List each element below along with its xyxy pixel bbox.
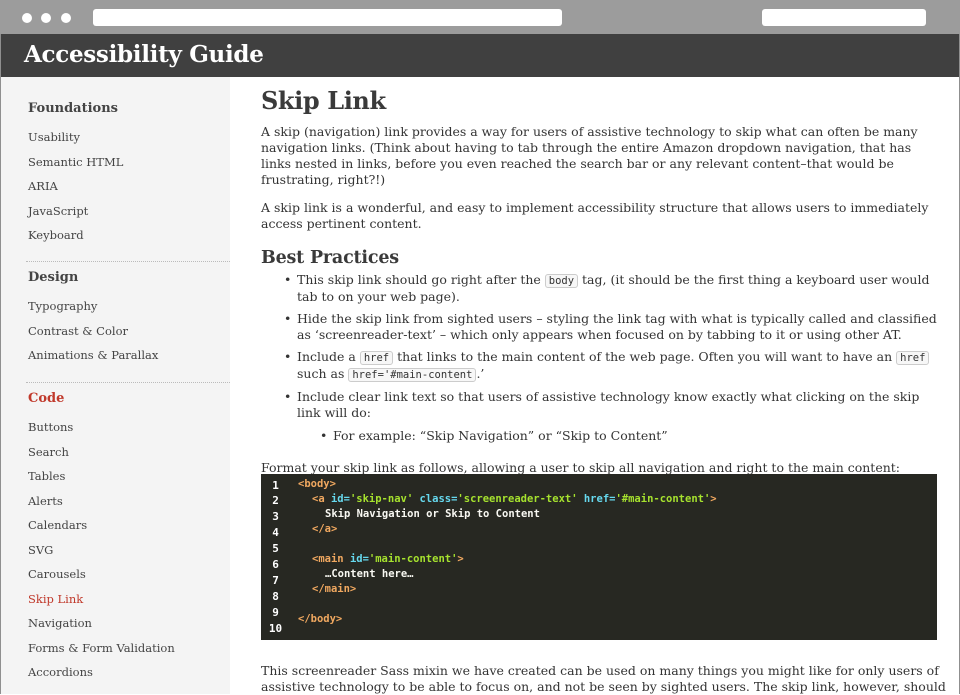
line-number: 5 [272,542,279,555]
list-text: Include a [297,349,360,364]
list-text: that links to the main content of the we… [393,349,897,364]
list-text: such as [297,366,349,381]
code-line: </body> [298,613,342,625]
intro-paragraph-2: A skip link is a wonderful, and easy to … [261,200,929,231]
code-token: </main> [312,583,357,595]
sidebar-item-keyboard[interactable]: Keyboard [28,227,123,252]
sidebar-item-accordions[interactable]: Accordions [28,664,175,689]
code-token: <a [312,493,331,505]
sidebar-item-svg[interactable]: SVG [28,542,175,567]
sidebar-item-calendars[interactable]: Calendars [28,517,175,542]
inline-code: href [359,351,394,365]
main-content: Skip Link A skip (navigation) link provi… [261,86,941,476]
sidebar-section-code: Code Buttons Search Tables Alerts Calend… [28,391,175,689]
list-item: Include a href that links to the main co… [261,349,941,383]
code-line: Skip Navigation or Skip to Content [325,508,540,520]
code-line: <a id='skip-nav' class='screenreader-tex… [312,493,717,505]
bottom-paragraph-line: This screenreader Sass mixin we have cre… [261,663,939,678]
code-token: > [457,553,464,565]
sidebar-item-buttons[interactable]: Buttons [28,419,175,444]
sidebar-item-usability[interactable]: Usability [28,129,123,154]
code-token: id= [349,553,369,565]
list-item: This skip link should go right after the… [261,272,941,305]
line-number: 4 [272,526,279,539]
line-number: 2 [272,494,279,507]
browser-chrome [0,0,960,34]
bottom-paragraph: This screenreader Sass mixin we have cre… [261,663,946,695]
sidebar-item-typography[interactable]: Typography [28,298,158,323]
line-number: 8 [272,590,279,603]
code-token: </a> [312,523,338,535]
sidebar-item-navigation[interactable]: Navigation [28,615,175,640]
bottom-paragraph-line: assistive technology to be able to focus… [261,679,946,694]
page-title: Skip Link [261,86,386,115]
code-token: 'screenreader-text' [457,493,578,505]
code-token: 'skip-nav' [349,493,414,505]
sidebar-item-javascript[interactable]: JavaScript [28,203,123,228]
code-token: <body> [298,478,336,490]
code-token: > [710,493,717,505]
code-token: id= [330,493,350,505]
best-practices-list: This skip link should go right after the… [261,272,941,444]
code-token: href= [583,493,616,505]
sidebar-section-design: Design Typography Contrast & Color Anima… [28,270,158,372]
code-token: class= [419,493,458,505]
line-number: 3 [272,510,279,523]
list-text: Include clear link text so that users of… [297,389,920,420]
address-bar[interactable] [93,9,562,26]
list-text: This skip link should go right after the [297,272,545,287]
sidebar-divider [26,382,230,383]
sidebar-heading: Design [28,270,79,285]
intro-paragraph: A skip (navigation) link provides a way … [261,124,918,187]
list-item: Include clear link text so that users of… [261,389,941,444]
best-practices-heading: Best Practices [261,248,399,268]
sidebar-item-contrast-color[interactable]: Contrast & Color [28,323,158,348]
sidebar-item-alerts[interactable]: Alerts [28,493,175,518]
line-number: 1 [272,479,279,492]
list-item: Hide the skip link from sighted users – … [261,311,941,343]
list-text: .’ [476,366,485,381]
inline-code: body [544,274,579,288]
sidebar-nav: Foundations Usability Semantic HTML ARIA… [1,77,230,694]
sidebar-item-semantic-html[interactable]: Semantic HTML [28,154,123,179]
code-block: 1 2 3 4 5 6 7 8 9 10 <body> <a id='skip-… [261,474,937,640]
code-line: <main id='main-content'> [312,553,464,565]
sidebar-item-carousels[interactable]: Carousels [28,566,175,591]
site-header: Accessibility Guide [1,34,959,77]
line-number: 10 [268,622,283,635]
line-number: 7 [272,574,279,587]
code-line: </a> [312,523,337,535]
window-close-dot[interactable] [22,13,32,23]
sidebar-section-foundations: Foundations Usability Semantic HTML ARIA… [28,101,123,252]
sidebar-item-animations-parallax[interactable]: Animations & Parallax [28,347,158,372]
code-line: <body> [298,478,336,490]
code-line: …Content here… [325,568,414,580]
sidebar-heading: Code [28,391,65,406]
sidebar-item-tables[interactable]: Tables [28,468,175,493]
line-number: 9 [272,606,279,619]
sidebar-item-search[interactable]: Search [28,444,175,469]
code-token: <main [312,553,350,565]
code-token: Skip Navigation or Skip to Content [325,508,540,520]
sidebar-item-forms[interactable]: Forms & Form Validation [28,640,175,665]
window-minimize-dot[interactable] [41,13,51,23]
sub-list-item: For example: “Skip Navigation” or “Skip … [297,428,941,444]
inline-code: href='#main-content [348,368,477,382]
code-token: …Content here… [325,568,414,580]
line-number: 6 [272,558,279,571]
code-token: 'main-content' [368,553,458,565]
window-maximize-dot[interactable] [61,13,71,23]
inline-code: href [896,351,930,365]
sidebar-item-aria[interactable]: ARIA [28,178,123,203]
browser-search-bar[interactable] [762,9,926,26]
code-line: </main> [312,583,356,595]
code-token: '#main-content' [615,493,711,505]
code-token: </body> [298,613,343,625]
sidebar-divider [26,261,230,262]
sidebar-item-skip-link[interactable]: Skip Link [28,591,175,616]
site-title[interactable]: Accessibility Guide [24,41,264,68]
sidebar-heading: Foundations [28,101,118,116]
